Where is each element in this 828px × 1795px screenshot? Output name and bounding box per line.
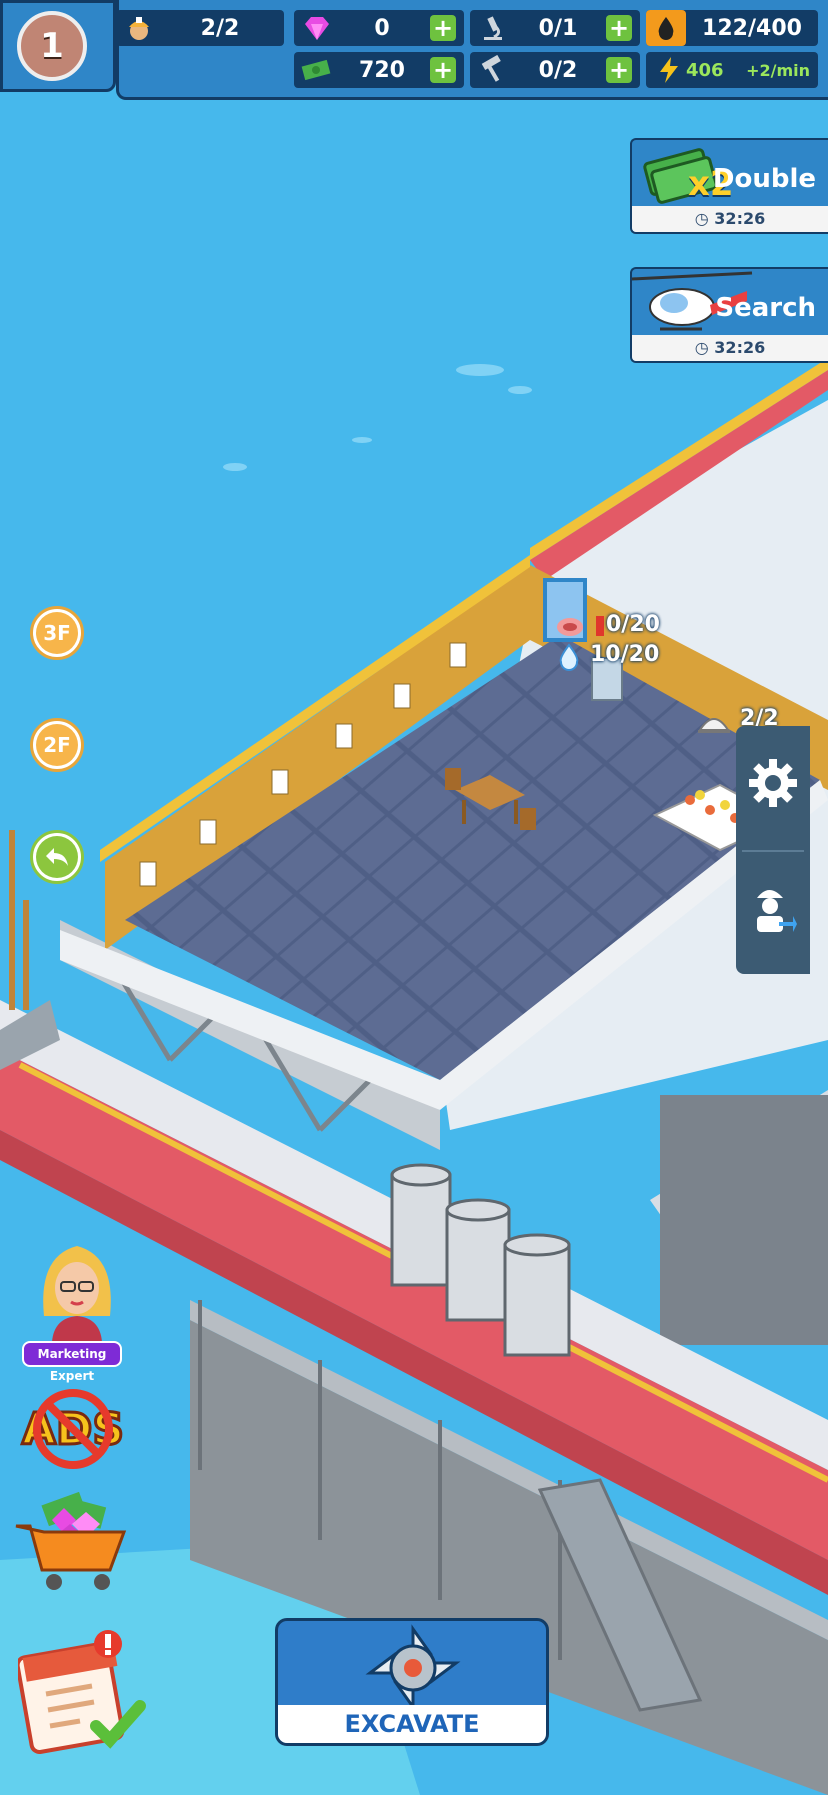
floor-2f-label: 2F xyxy=(43,733,71,757)
water-drop-icon xyxy=(558,643,580,675)
level-badge[interactable]: 1 xyxy=(17,11,87,81)
food-stock: 0/20 xyxy=(606,612,660,637)
gems-value: 0 xyxy=(374,15,390,41)
gems-counter[interactable]: 0 + xyxy=(294,10,464,46)
calendar-checklist-icon xyxy=(15,1630,146,1754)
excavate-button[interactable]: EXCAVATE xyxy=(275,1618,549,1746)
worker-exit-icon xyxy=(757,890,797,932)
oil-value: 122/400 xyxy=(702,15,802,41)
add-research-button[interactable]: + xyxy=(606,15,632,41)
tools-counter[interactable]: 0/2 + xyxy=(470,52,640,88)
water-stock: 10/20 xyxy=(590,642,660,667)
miner-icon xyxy=(122,11,156,45)
shop-button[interactable] xyxy=(14,1490,134,1600)
search-timer: ◷ 32:26 xyxy=(632,335,828,361)
research-value: 0/1 xyxy=(538,15,578,41)
oil-counter[interactable]: 122/400 xyxy=(646,10,818,46)
oil-drop-icon xyxy=(646,10,686,46)
workers-value: 2/2 xyxy=(200,15,240,41)
staff-button[interactable] xyxy=(746,876,800,940)
panel-divider xyxy=(742,850,804,852)
no-ads-icon: ADS xyxy=(20,1389,126,1469)
workers-counter[interactable]: 2/2 xyxy=(116,10,284,46)
settings-button[interactable] xyxy=(746,756,800,810)
back-button[interactable] xyxy=(30,830,84,884)
add-gems-button[interactable]: + xyxy=(430,15,456,41)
research-counter[interactable]: 0/1 + xyxy=(470,10,640,46)
daily-tasks-button[interactable] xyxy=(15,1628,154,1762)
floor-2f-button[interactable]: 2F xyxy=(30,718,84,772)
floor-3f-button[interactable]: 3F xyxy=(30,606,84,660)
food-warning-icon xyxy=(596,616,604,636)
microscope-icon xyxy=(476,11,510,45)
excavate-label: EXCAVATE xyxy=(278,1705,546,1743)
energy-counter[interactable]: 406 +2/min xyxy=(646,52,818,88)
double-label: Double xyxy=(712,164,816,194)
search-timer-value: 32:26 xyxy=(714,338,766,357)
energy-value: 406 xyxy=(686,59,724,81)
back-arrow-icon xyxy=(46,848,68,866)
cash-icon xyxy=(300,53,334,87)
meat-icon xyxy=(556,616,584,642)
cash-value: 720 xyxy=(359,57,405,83)
marketing-expert-avatar-icon xyxy=(43,1246,111,1342)
tools-value: 0/2 xyxy=(538,57,578,83)
double-timer: ◷ 32:26 xyxy=(632,206,828,232)
double-offer-card[interactable]: x2 Double ◷ 32:26 xyxy=(630,138,828,234)
double-timer-value: 32:26 xyxy=(714,209,766,228)
search-label: Search xyxy=(715,293,816,323)
add-tools-button[interactable]: + xyxy=(606,57,632,83)
cash-counter[interactable]: 720 + xyxy=(294,52,464,88)
search-offer-card[interactable]: Search ◷ 32:26 xyxy=(630,267,828,363)
top-hud: 1 2/2 0 + 0/1 + 122/400 720 + 0/2 + 406 … xyxy=(0,0,828,100)
gem-icon xyxy=(300,11,334,45)
gear-icon xyxy=(749,759,797,807)
lightning-icon xyxy=(652,53,686,87)
level-panel[interactable]: 1 xyxy=(0,0,116,92)
drill-saw-icon xyxy=(358,1623,468,1717)
floor-3f-label: 3F xyxy=(43,621,71,645)
cloche-icon xyxy=(696,708,732,740)
hammer-icon xyxy=(476,53,510,87)
marketing-expert-button[interactable] xyxy=(34,1236,120,1346)
add-cash-button[interactable]: + xyxy=(430,57,456,83)
shopping-cart-gems-icon xyxy=(15,1491,127,1590)
right-tool-panel xyxy=(736,726,810,974)
marketing-expert-label: Marketing Expert xyxy=(22,1341,122,1383)
no-ads-button[interactable]: ADS xyxy=(20,1388,126,1474)
energy-rate: +2/min xyxy=(746,60,810,80)
